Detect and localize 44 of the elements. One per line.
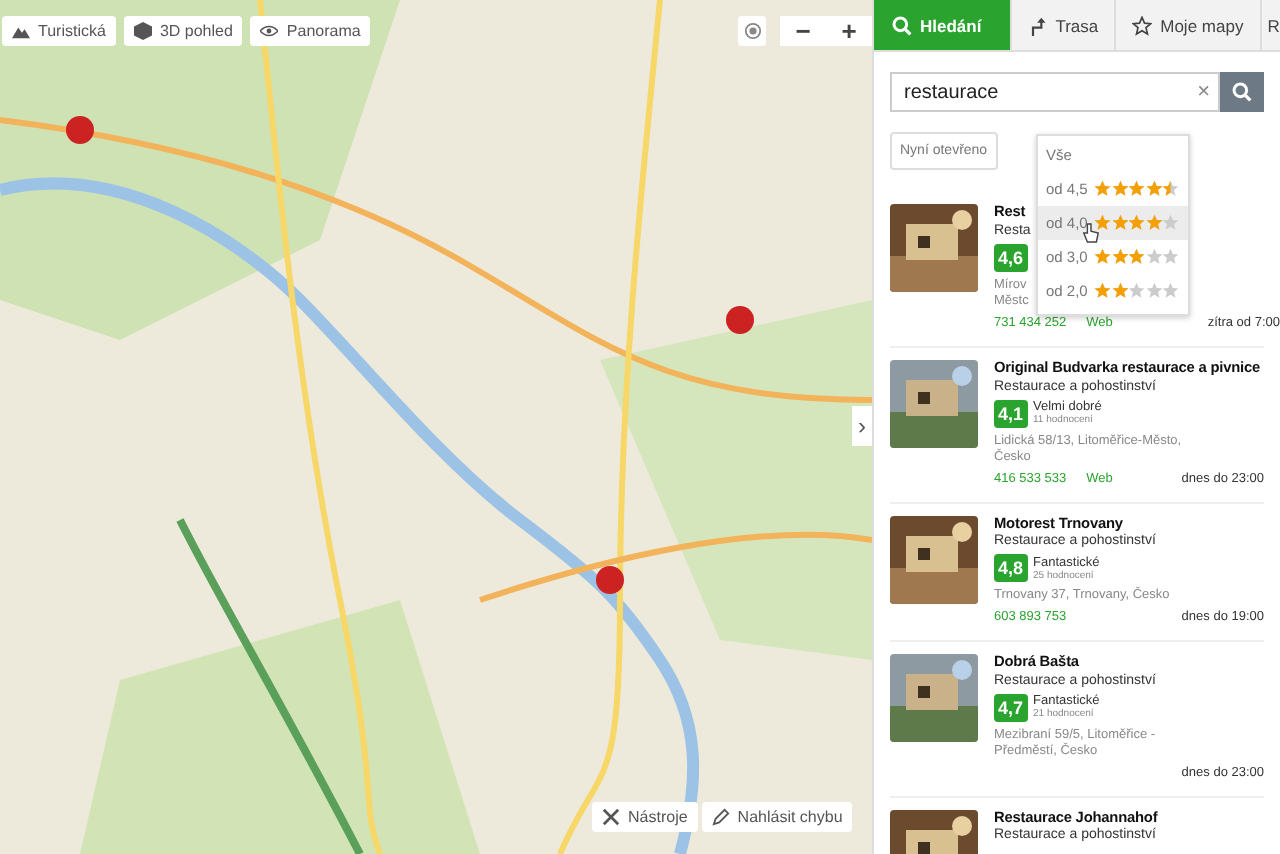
search-field[interactable]: restaurace × (890, 72, 1220, 112)
star-icon (1162, 248, 1179, 266)
rating-badge: 4,7 (994, 693, 1028, 722)
collapse-panel-button[interactable]: › (852, 406, 872, 446)
star-icon (1094, 214, 1111, 232)
route-arrow-icon (1027, 15, 1048, 35)
star-icon (1128, 282, 1145, 300)
star-icon (1162, 180, 1179, 198)
map-mode-button[interactable]: Panorama (250, 16, 371, 46)
star-icon (1128, 248, 1145, 266)
star-icon (1145, 248, 1162, 266)
search-button[interactable] (1220, 72, 1264, 112)
cube-icon (133, 22, 152, 40)
star-icon (1111, 214, 1128, 232)
locate-button[interactable] (738, 16, 766, 46)
star-icon (1094, 180, 1111, 198)
search-text: restaurace (904, 81, 999, 103)
pencil-icon (711, 808, 730, 826)
mountain-icon (12, 22, 30, 40)
rating-badge: 4,8 (994, 554, 1028, 583)
star-icon (1128, 180, 1145, 198)
star-icon (1128, 214, 1145, 232)
star-icon (1145, 180, 1162, 198)
star-icon (1111, 282, 1128, 300)
target-icon (743, 22, 761, 40)
star-icon (1162, 282, 1179, 300)
eye-icon (260, 22, 279, 40)
map-tool-button[interactable]: Nástroje (592, 802, 698, 832)
star-icon (1145, 282, 1162, 300)
star-icon (1111, 248, 1128, 266)
star-icon (1094, 248, 1111, 266)
clear-button[interactable]: × (1197, 80, 1210, 104)
map-mode-button[interactable]: Turistická (2, 16, 116, 46)
map-mode-button[interactable]: 3D pohled (123, 16, 243, 46)
rating-badge: 4,6 (994, 243, 1028, 272)
search-icon (892, 15, 912, 35)
map-tool-button[interactable]: Nahlásit chybu (701, 802, 853, 832)
star-icon (1111, 180, 1128, 198)
star-icon (1132, 15, 1153, 35)
rating-badge: 4,1 (994, 399, 1028, 428)
star-icon (1162, 214, 1179, 232)
star-icon (1145, 214, 1162, 232)
search-icon (1232, 82, 1252, 102)
star-icon (1094, 282, 1111, 300)
